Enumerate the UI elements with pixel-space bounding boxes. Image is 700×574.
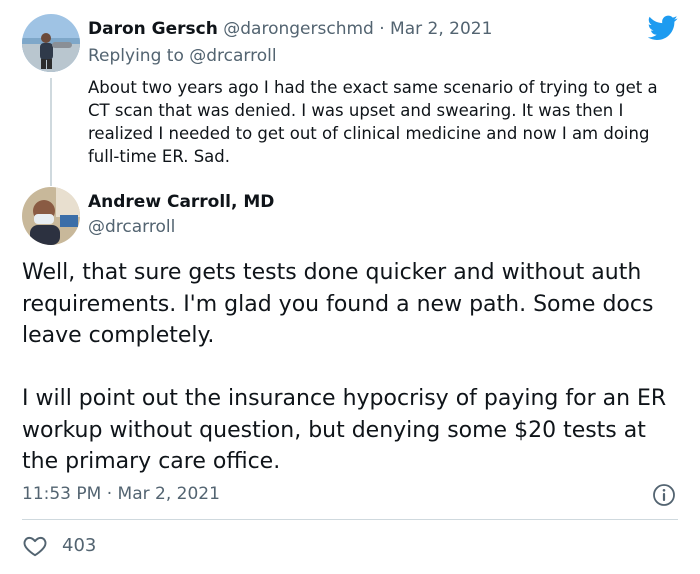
author-handle[interactable]: @darongerschmd: [223, 19, 374, 39]
info-icon[interactable]: [652, 483, 676, 507]
heart-icon[interactable]: [22, 533, 48, 559]
main-tweet-text: Well, that sure gets tests done quicker …: [22, 257, 682, 478]
replying-to-handle[interactable]: @drcarroll: [189, 46, 276, 66]
reply-text: About two years ago I had the exact same…: [88, 78, 658, 166]
twitter-bird-icon[interactable]: [648, 15, 678, 41]
avatar[interactable]: [22, 14, 80, 72]
tweet-date[interactable]: Mar 2, 2021: [390, 19, 492, 39]
separator: ·: [373, 19, 391, 39]
avatar-photo: [22, 187, 80, 245]
tweet-paragraph: Well, that sure gets tests done quicker …: [22, 260, 654, 348]
reply-body: Daron Gersch @darongerschmd · Mar 2, 202…: [88, 14, 678, 168]
reply-header: Daron Gersch @darongerschmd · Mar 2, 202…: [88, 14, 678, 44]
like-action[interactable]: 403: [22, 533, 96, 559]
thread-line: [50, 78, 52, 186]
like-count: 403: [62, 535, 97, 556]
avatar-photo: [22, 14, 80, 72]
divider: [22, 519, 678, 520]
author-handle[interactable]: @drcarroll: [88, 215, 274, 239]
replying-to-prefix: Replying to: [88, 46, 190, 66]
main-tweet-header: Andrew Carroll, MD @drcarroll: [88, 189, 274, 239]
tweet-paragraph: I will point out the insurance hypocrisy…: [22, 386, 667, 474]
tweet-card: Daron Gersch @darongerschmd · Mar 2, 202…: [0, 0, 700, 574]
replying-to: Replying to @drcarroll: [88, 44, 678, 68]
avatar[interactable]: [22, 187, 80, 245]
author-name[interactable]: Daron Gersch: [88, 19, 218, 39]
tweet-timestamp[interactable]: 11:53 PM · Mar 2, 2021: [22, 482, 220, 506]
author-name[interactable]: Andrew Carroll, MD: [88, 189, 274, 215]
